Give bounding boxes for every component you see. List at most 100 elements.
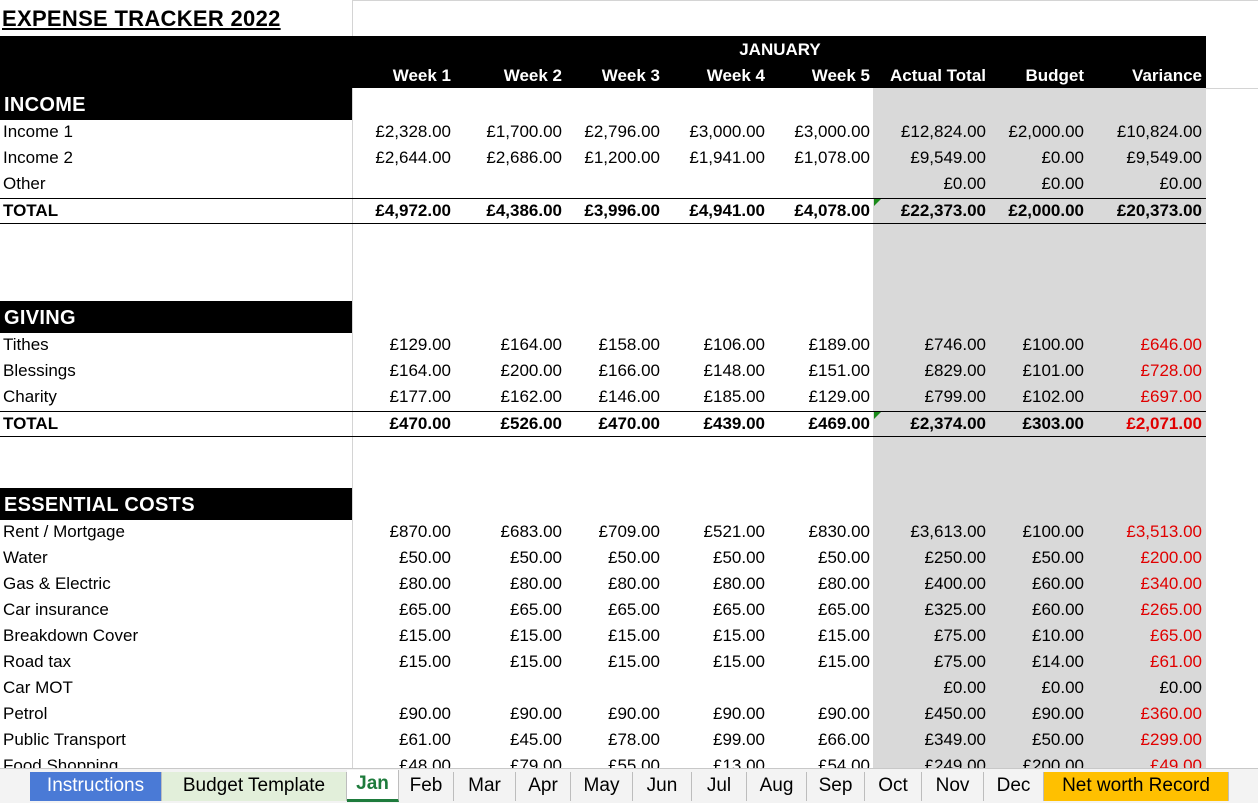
cell-week-1[interactable]: £48.00 [341, 756, 451, 768]
cell-week-3[interactable]: £80.00 [550, 574, 660, 594]
cell-budget[interactable]: £60.00 [974, 574, 1084, 594]
cell-week-4[interactable]: £13.00 [655, 756, 765, 768]
cell-variance[interactable]: £20,373.00 [1092, 201, 1202, 221]
table-row[interactable]: Food Shopping £48.00 £79.00 £55.00 £13.00 £54… [0, 754, 1206, 768]
table-row[interactable]: Breakdown Cover £15.00 £15.00 £15.00 £15.00 £… [0, 624, 1206, 650]
table-row[interactable]: Car insurance £65.00 £65.00 £65.00 £65.00 £65… [0, 598, 1206, 624]
tab-mar[interactable]: Mar [454, 772, 516, 801]
cell-week-2[interactable]: £2,686.00 [452, 148, 562, 168]
cell-week-2[interactable]: £526.00 [452, 414, 562, 434]
cell-week-4[interactable]: £185.00 [655, 387, 765, 407]
cell-variance[interactable]: £265.00 [1092, 600, 1202, 620]
cell-week-3[interactable]: £1,200.00 [550, 148, 660, 168]
tab-may[interactable]: May [571, 772, 633, 801]
tab-instructions[interactable]: Instructions [30, 772, 162, 801]
cell-actual-total[interactable]: £0.00 [876, 678, 986, 698]
cell-week-5[interactable]: £66.00 [760, 730, 870, 750]
cell-actual-total[interactable]: £0.00 [876, 174, 986, 194]
cell-week-2[interactable]: £15.00 [452, 626, 562, 646]
cell-week-4[interactable]: £99.00 [655, 730, 765, 750]
cell-week-4[interactable]: £148.00 [655, 361, 765, 381]
cell-actual-total[interactable]: £400.00 [876, 574, 986, 594]
cell-week-5[interactable]: £3,000.00 [760, 122, 870, 142]
cell-actual-total[interactable]: £325.00 [876, 600, 986, 620]
table-row[interactable]: Road tax £15.00 £15.00 £15.00 £15.00 £15.00 £7… [0, 650, 1206, 676]
tab-sep[interactable]: Sep [807, 772, 865, 801]
cell-week-5[interactable]: £151.00 [760, 361, 870, 381]
cell-budget[interactable]: £303.00 [974, 414, 1084, 434]
cell-week-3[interactable]: £146.00 [550, 387, 660, 407]
cell-budget[interactable]: £2,000.00 [974, 122, 1084, 142]
cell-week-1[interactable]: £65.00 [341, 600, 451, 620]
table-row[interactable]: Gas & Electric £80.00 £80.00 £80.00 £80.00 £8… [0, 572, 1206, 598]
cell-week-4[interactable]: £1,941.00 [655, 148, 765, 168]
cell-actual-total[interactable]: £75.00 [876, 626, 986, 646]
cell-week-1[interactable]: £470.00 [341, 414, 451, 434]
cell-week-2[interactable]: £80.00 [452, 574, 562, 594]
cell-week-5[interactable]: £189.00 [760, 335, 870, 355]
giving-total-row[interactable]: TOTAL £470.00 £526.00 £470.00 £439.00 £469.00… [0, 411, 1206, 437]
cell-week-5[interactable]: £65.00 [760, 600, 870, 620]
table-row[interactable]: Rent / Mortgage £870.00 £683.00 £709.00 £521… [0, 520, 1206, 546]
tab-scroll-area[interactable] [0, 772, 30, 801]
cell-week-2[interactable]: £162.00 [452, 387, 562, 407]
cell-week-4[interactable]: £106.00 [655, 335, 765, 355]
cell-budget[interactable]: £10.00 [974, 626, 1084, 646]
cell-week-1[interactable]: £2,644.00 [341, 148, 451, 168]
cell-variance[interactable]: £340.00 [1092, 574, 1202, 594]
cell-week-3[interactable]: £166.00 [550, 361, 660, 381]
cell-actual-total[interactable]: £250.00 [876, 548, 986, 568]
cell-week-2[interactable]: £65.00 [452, 600, 562, 620]
table-row[interactable]: Income 1 £2,328.00 £1,700.00 £2,796.00 £3,00… [0, 120, 1206, 146]
cell-week-4[interactable]: £90.00 [655, 704, 765, 724]
cell-actual-total[interactable]: £3,613.00 [876, 522, 986, 542]
tab-net-worth-record[interactable]: Net worth Record [1044, 772, 1229, 801]
cell-budget[interactable]: £200.00 [974, 756, 1084, 768]
cell-week-5[interactable]: £129.00 [760, 387, 870, 407]
cell-week-5[interactable]: £469.00 [760, 414, 870, 434]
cell-budget[interactable]: £102.00 [974, 387, 1084, 407]
cell-actual-total[interactable]: £799.00 [876, 387, 986, 407]
cell-week-1[interactable]: £164.00 [341, 361, 451, 381]
table-row[interactable]: Public Transport £61.00 £45.00 £78.00 £99.00… [0, 728, 1206, 754]
cell-week-2[interactable]: £164.00 [452, 335, 562, 355]
cell-variance[interactable]: £299.00 [1092, 730, 1202, 750]
cell-actual-total[interactable]: £75.00 [876, 652, 986, 672]
cell-week-4[interactable]: £15.00 [655, 652, 765, 672]
tab-jan[interactable]: Jan [347, 770, 399, 802]
tab-dec[interactable]: Dec [984, 772, 1044, 801]
tab-feb[interactable]: Feb [399, 772, 454, 801]
cell-variance[interactable]: £697.00 [1092, 387, 1202, 407]
cell-week-2[interactable]: £15.00 [452, 652, 562, 672]
cell-week-1[interactable]: £61.00 [341, 730, 451, 750]
cell-actual-total[interactable]: £12,824.00 [876, 122, 986, 142]
cell-actual-total[interactable]: £249.00 [876, 756, 986, 768]
cell-week-4[interactable]: £521.00 [655, 522, 765, 542]
cell-week-5[interactable]: £4,078.00 [760, 201, 870, 221]
cell-variance[interactable]: £646.00 [1092, 335, 1202, 355]
cell-week-4[interactable]: £80.00 [655, 574, 765, 594]
income-total-row[interactable]: TOTAL £4,972.00 £4,386.00 £3,996.00 £4,941.0… [0, 198, 1206, 224]
cell-week-5[interactable]: £830.00 [760, 522, 870, 542]
cell-week-3[interactable]: £709.00 [550, 522, 660, 542]
cell-week-5[interactable]: £1,078.00 [760, 148, 870, 168]
cell-week-4[interactable]: £65.00 [655, 600, 765, 620]
cell-actual-total[interactable]: £450.00 [876, 704, 986, 724]
cell-week-3[interactable]: £2,796.00 [550, 122, 660, 142]
cell-week-1[interactable]: £129.00 [341, 335, 451, 355]
cell-week-4[interactable]: £3,000.00 [655, 122, 765, 142]
cell-budget[interactable]: £50.00 [974, 548, 1084, 568]
cell-budget[interactable]: £0.00 [974, 678, 1084, 698]
cell-week-3[interactable]: £470.00 [550, 414, 660, 434]
cell-actual-total[interactable]: £2,374.00 [876, 414, 986, 434]
cell-variance[interactable]: £10,824.00 [1092, 122, 1202, 142]
cell-week-5[interactable]: £15.00 [760, 626, 870, 646]
cell-variance[interactable]: £2,071.00 [1092, 414, 1202, 434]
cell-week-1[interactable]: £50.00 [341, 548, 451, 568]
cell-week-3[interactable]: £15.00 [550, 652, 660, 672]
cell-week-5[interactable]: £50.00 [760, 548, 870, 568]
cell-actual-total[interactable]: £22,373.00 [876, 201, 986, 221]
cell-week-1[interactable]: £177.00 [341, 387, 451, 407]
cell-week-2[interactable]: £50.00 [452, 548, 562, 568]
cell-variance[interactable]: £728.00 [1092, 361, 1202, 381]
